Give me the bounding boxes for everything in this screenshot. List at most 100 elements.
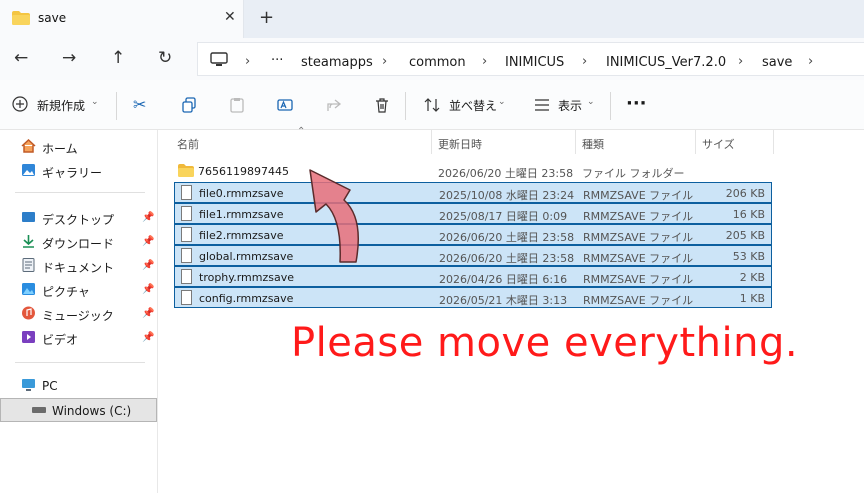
breadcrumb-more[interactable]: ··· [271,53,283,68]
title-bar: save ✕ + [0,0,864,38]
table-row[interactable]: file1.rmmzsave 2025/08/17 日曜日 0:09 RMMZS… [174,203,772,224]
sidebar-divider [15,192,145,193]
file-type: RMMZSAVE ファイル [583,252,694,265]
toolbar-divider [116,92,117,120]
new-tab-button[interactable]: + [259,7,274,28]
pin-icon[interactable]: 📌 [142,212,154,223]
folder-icon [12,11,30,25]
breadcrumb-separator[interactable]: › [382,54,387,69]
address-bar-row: ← → ↑ ↻ › ··· steamapps › common › INIMI… [0,38,864,80]
toolbar-divider [405,92,406,120]
copy-icon[interactable] [181,97,197,113]
refresh-button[interactable]: ↻ [158,48,172,68]
file-size: 53 KB [732,250,765,263]
breadcrumb-separator[interactable]: › [738,54,743,69]
sidebar-item-documents[interactable]: ドキュメント 📌 [0,253,157,277]
sort-button[interactable]: 並べ替え [449,97,497,114]
navigation-pane: ホーム ギャラリー デスクトップ 📌 ダウンロード 📌 ドキュメント 📌 ピクチ… [0,130,158,493]
cut-icon[interactable]: ✂ [133,95,146,114]
sidebar-item-pictures[interactable]: ピクチャ 📌 [0,277,157,301]
breadcrumb-save[interactable]: save [762,55,792,70]
toolbar-divider [610,92,611,120]
table-row[interactable]: file2.rmmzsave 2026/06/20 土曜日 23:58 RMMZ… [174,224,772,245]
column-divider[interactable] [575,130,576,154]
file-date: 2025/08/17 日曜日 0:09 [439,210,568,223]
back-button[interactable]: ← [14,48,28,68]
home-icon [21,139,36,153]
sidebar-item-videos[interactable]: ビデオ 📌 [0,325,157,349]
sidebar-item-label: PC [42,379,58,393]
pin-icon[interactable]: 📌 [142,284,154,295]
file-type: RMMZSAVE ファイル [583,189,694,202]
breadcrumb-separator[interactable]: › [808,54,813,69]
file-name: file2.rmmzsave [199,229,284,242]
column-header-date[interactable]: 更新日時 [438,136,482,152]
sidebar-item-pc[interactable]: PC [0,373,157,397]
tab-save[interactable]: save ✕ [0,0,244,38]
breadcrumb-inimicus[interactable]: INIMICUS [505,55,564,70]
view-icon[interactable] [534,98,550,112]
more-options-button[interactable]: ··· [626,93,647,114]
breadcrumb-version[interactable]: INIMICUS_Ver7.2.0 [606,55,726,70]
sidebar-item-windows-c[interactable]: Windows (C:) [0,398,157,422]
file-date: 2026/05/21 木曜日 3:13 [439,294,568,307]
view-button[interactable]: 表示 [558,97,582,114]
pc-icon[interactable] [210,52,228,67]
table-row[interactable]: config.rmmzsave 2026/05/21 木曜日 3:13 RMMZ… [174,287,772,308]
column-divider[interactable] [773,130,774,154]
sidebar-item-desktop[interactable]: デスクトップ 📌 [0,205,157,229]
column-header-name[interactable]: 名前 [177,136,199,152]
chevron-down-icon[interactable]: ⌄ [498,97,506,107]
sidebar-item-gallery[interactable]: ギャラリー [0,158,157,182]
paste-icon[interactable] [229,97,245,113]
share-icon[interactable] [326,97,342,113]
column-divider[interactable] [695,130,696,154]
breadcrumb-separator[interactable]: › [482,54,487,69]
plus-circle-icon[interactable] [12,96,28,112]
file-size: 206 KB [725,187,765,200]
pin-icon[interactable]: 📌 [142,260,154,271]
file-name: global.rmmzsave [199,250,294,263]
file-icon [181,248,192,263]
video-icon [22,331,35,343]
file-type: ファイル フォルダー [582,167,685,180]
table-row[interactable]: file0.rmmzsave 2025/10/08 水曜日 23:24 RMMZ… [174,182,772,203]
chevron-down-icon[interactable]: ⌄ [91,97,99,107]
table-row[interactable]: global.rmmzsave 2026/06/20 土曜日 23:58 RMM… [174,245,772,266]
breadcrumb-common[interactable]: common [409,55,466,70]
forward-button[interactable]: → [62,48,76,68]
file-name: 7656119897445 [198,165,289,178]
column-divider[interactable] [431,130,432,154]
music-icon [22,306,35,320]
gallery-icon [22,164,35,176]
file-name: file0.rmmzsave [199,187,284,200]
file-date: 2025/10/08 水曜日 23:24 [439,189,575,202]
file-type: RMMZSAVE ファイル [583,231,694,244]
sort-ascending-icon: ⌃ [297,126,306,137]
new-button[interactable]: 新規作成 [37,97,85,114]
pin-icon[interactable]: 📌 [142,236,154,247]
breadcrumb-separator[interactable]: › [245,54,250,69]
sidebar-item-downloads[interactable]: ダウンロード 📌 [0,229,157,253]
drive-icon [32,407,46,413]
column-header-size[interactable]: サイズ [702,136,735,152]
column-header-type[interactable]: 種類 [582,136,604,152]
rename-icon[interactable] [277,97,293,113]
table-row[interactable]: trophy.rmmzsave 2026/04/26 日曜日 6:16 RMMZ… [174,266,772,287]
sidebar-item-music[interactable]: ミュージック 📌 [0,301,157,325]
file-size: 16 KB [732,208,765,221]
list-item-folder[interactable]: 7656119897445 2026/06/20 土曜日 23:58 ファイル … [174,161,772,182]
sidebar-item-label: デスクトップ [42,213,115,227]
sidebar-item-home[interactable]: ホーム [0,134,157,158]
delete-icon[interactable] [374,97,390,113]
up-button[interactable]: ↑ [111,48,125,68]
sort-icon[interactable] [424,97,440,113]
pin-icon[interactable]: 📌 [142,332,154,343]
breadcrumb[interactable]: › ··· steamapps › common › INIMICUS › IN… [197,42,864,76]
chevron-down-icon[interactable]: ⌄ [587,97,595,107]
breadcrumb-steamapps[interactable]: steamapps [301,55,373,70]
close-tab-icon[interactable]: ✕ [224,9,236,25]
pin-icon[interactable]: 📌 [142,308,154,319]
breadcrumb-separator[interactable]: › [582,54,587,69]
tab-title: save [38,11,67,25]
